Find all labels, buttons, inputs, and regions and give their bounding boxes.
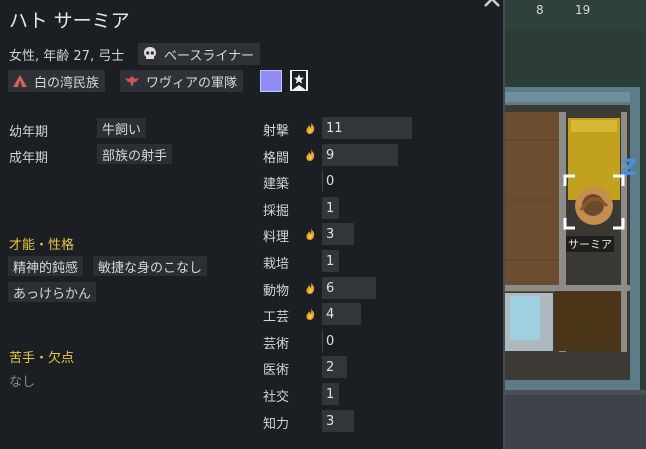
- skill-bar-track: [322, 330, 323, 352]
- skill-level: 2: [326, 360, 335, 375]
- backstory-childhood-value[interactable]: 牛飼い: [97, 118, 147, 138]
- incapable-heading: 苦手・欠点: [9, 351, 75, 366]
- skill-name: 芸術: [263, 337, 290, 352]
- skill-name: 社交: [263, 390, 290, 405]
- tent-icon: [13, 75, 27, 87]
- backstory-adulthood-value[interactable]: 部族の射手: [97, 144, 173, 164]
- skill-level: 3: [326, 227, 335, 242]
- skill-bar-track: [322, 170, 323, 192]
- star-icon[interactable]: [290, 70, 308, 91]
- faction-1-name: 白の湾民族: [34, 75, 100, 91]
- faction-2-name: ワヴィアの軍隊: [146, 75, 238, 91]
- trait-tag[interactable]: 敏捷な身のこなし: [93, 256, 208, 276]
- passion-flame-icon: [306, 308, 315, 320]
- trait-tag[interactable]: 精神的鈍感: [8, 256, 84, 276]
- gender-age-title: 女性, 年齢 27, 弓士: [9, 49, 125, 64]
- skill-level: 0: [326, 174, 335, 189]
- map-terrain: z: [505, 0, 646, 449]
- xenotype-chip[interactable]: ベースライナー: [138, 43, 261, 65]
- passion-flame-icon: [306, 282, 315, 294]
- skill-name: 医術: [263, 363, 290, 378]
- close-icon[interactable]: [481, 0, 503, 12]
- backstory-childhood-label: 幼年期: [9, 125, 49, 140]
- skill-level: 4: [326, 307, 335, 322]
- panel-border: [503, 0, 505, 449]
- xenotype-label: ベースライナー: [164, 48, 255, 64]
- character-panel: ハト サーミア 女性, 年齢 27, 弓士 ベースライナー 白の湾民族 ワヴィア…: [0, 0, 503, 449]
- backstory-adulthood-label: 成年期: [9, 151, 49, 166]
- skill-level: 1: [326, 254, 335, 269]
- skill-level: 9: [326, 148, 335, 163]
- faction-chip-1[interactable]: 白の湾民族: [8, 70, 106, 92]
- skill-level: 11: [326, 121, 343, 136]
- skill-level: 1: [326, 387, 335, 402]
- passion-flame-icon: [306, 122, 315, 134]
- traits-heading: 才能・性格: [9, 238, 75, 253]
- skill-name: 建築: [263, 177, 290, 192]
- skill-name: 射撃: [263, 124, 290, 139]
- trait-tag[interactable]: あっけらかん: [8, 282, 97, 302]
- skill-name: 動物: [263, 284, 290, 299]
- skill-name: 工芸: [263, 310, 290, 325]
- map-counter-1: 8: [536, 3, 544, 17]
- skill-name: 栽培: [263, 257, 290, 272]
- faction-chip-2[interactable]: ワヴィアの軍隊: [120, 70, 244, 92]
- favorite-color-swatch[interactable]: [260, 70, 282, 92]
- skill-name: 採掘: [263, 204, 290, 219]
- map-view[interactable]: z: [505, 0, 646, 449]
- skill-name: 格闘: [263, 151, 290, 166]
- skill-level: 3: [326, 414, 335, 429]
- skill-level: 6: [326, 281, 335, 296]
- passion-flame-icon: [306, 228, 315, 240]
- skill-level: 1: [326, 201, 335, 216]
- passion-flame-icon: [306, 149, 315, 161]
- pawn-name-label[interactable]: サーミア: [566, 236, 614, 252]
- skill-level: 0: [326, 334, 335, 349]
- skull-icon: [144, 47, 156, 59]
- skill-name: 知力: [263, 417, 290, 432]
- pawn-name-title: ハト サーミア: [9, 10, 130, 32]
- map-counter-2: 19: [575, 3, 591, 17]
- eagle-icon: [125, 76, 139, 87]
- skill-name: 料理: [263, 230, 290, 245]
- incapable-value: なし: [9, 375, 36, 390]
